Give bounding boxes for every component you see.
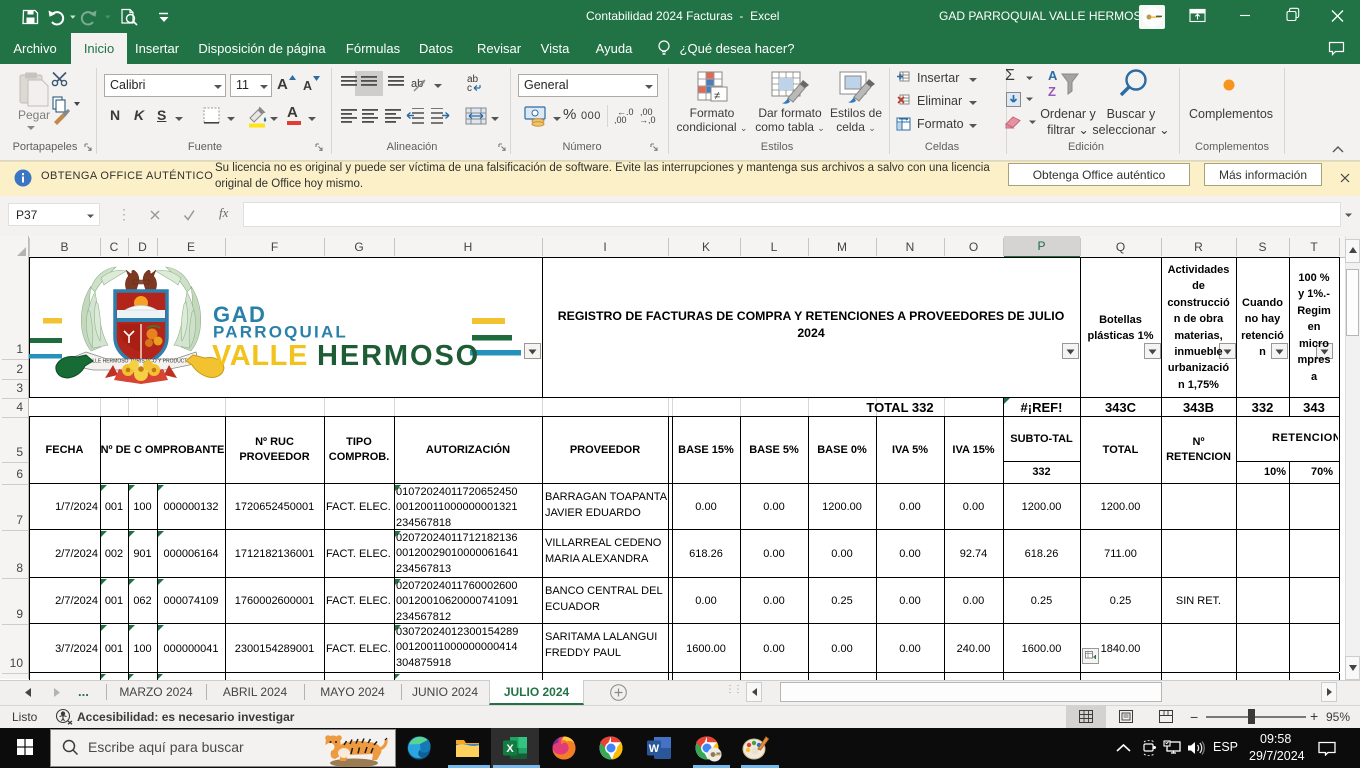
svg-text:,00: ,00 [614, 115, 627, 124]
svg-text:A: A [1048, 68, 1058, 83]
svg-text:→,0: →,0 [639, 115, 656, 124]
svg-text:Z: Z [1048, 84, 1056, 99]
svg-text:PARROQUIAL: PARROQUIAL [213, 323, 348, 342]
svg-text:≠: ≠ [714, 90, 720, 102]
svg-text:HERMOSO: HERMOSO [317, 340, 480, 372]
svg-text:VALLE: VALLE [212, 340, 308, 372]
svg-text:X: X [506, 743, 514, 755]
svg-text:VALLE HERMOSO TURISTICO Y PROD: VALLE HERMOSO TURISTICO Y PRODUCTIVO [86, 359, 196, 365]
svg-text:c: c [467, 83, 472, 94]
svg-text:W: W [649, 743, 660, 755]
